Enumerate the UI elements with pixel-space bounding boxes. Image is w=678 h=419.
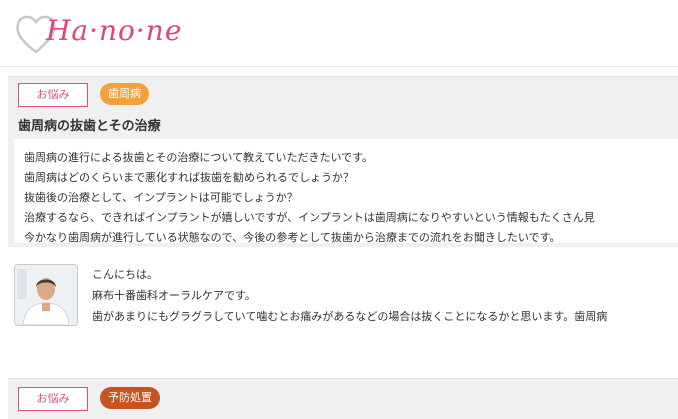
- question-body: 歯周病の進行による抜歯とその治療について教えていただきたいです。 歯周病はどのく…: [14, 139, 678, 244]
- question-line: 歯周病の進行による抜歯とその治療について教えていただきたいです。: [24, 151, 374, 164]
- question-line: 抜歯後の治療として、インプラントは可能でしょうか？: [24, 191, 298, 204]
- question-line: 歯周病はどのくらいまで悪化すれば抜歯を勧められるでしょうか？: [24, 171, 354, 184]
- answer-line: 歯があまりにもグラグラしていて噛むとお痛みがあるなどの場合は抜くことになるかと思…: [92, 310, 608, 323]
- answer-block: こんにちは。 麻布十番歯科オーラルケアです。 歯があまりにもグラグラしていて噛む…: [0, 256, 678, 376]
- logo-text: Ha·no·ne: [46, 14, 183, 47]
- category-tag[interactable]: お悩み: [18, 387, 88, 411]
- next-question-card: お悩み 予防処置: [8, 378, 678, 419]
- topic-tag[interactable]: 予防処置: [100, 387, 160, 409]
- doctor-portrait-icon: [15, 265, 77, 325]
- doctor-avatar: [14, 264, 78, 326]
- answer-line: こんにちは。: [92, 268, 158, 281]
- question-line: 今かなり歯周病が進行している状態なので、今後の参考として抜歯から治療までの流れを…: [24, 231, 561, 244]
- site-header: Ha·no·ne: [0, 0, 678, 67]
- question-title[interactable]: 歯周病の抜歯とその治療: [18, 115, 161, 134]
- question-card: お悩み 歯周病 歯周病の抜歯とその治療 歯周病の進行による抜歯とその治療について…: [8, 76, 678, 247]
- question-line: 治療するなら、できればインプラントが嬉しいですが、インプラントは歯周病になりやす…: [24, 211, 595, 224]
- topic-tag[interactable]: 歯周病: [100, 83, 149, 105]
- category-tag[interactable]: お悩み: [18, 83, 88, 107]
- answer-line: 麻布十番歯科オーラルケアです。: [92, 289, 256, 302]
- site-logo[interactable]: Ha·no·ne: [14, 10, 214, 56]
